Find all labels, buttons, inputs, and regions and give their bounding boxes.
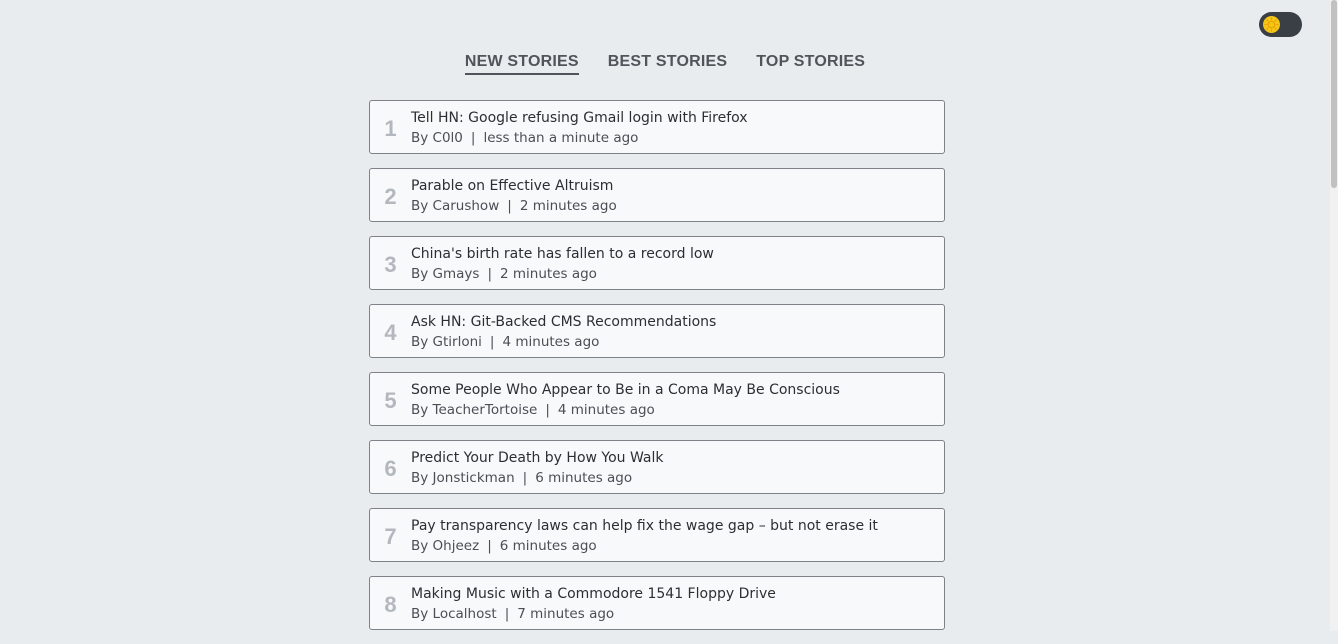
story-author: By Carushow [411, 198, 500, 214]
story-time: less than a minute ago [483, 130, 639, 146]
story-author: By Gtirloni [411, 334, 482, 350]
meta-separator: | [504, 606, 510, 622]
story-meta: By TeacherTortoise | 4 minutes ago [411, 402, 655, 418]
story-time: 2 minutes ago [500, 266, 597, 282]
story-meta: By Carushow | 2 minutes ago [411, 198, 617, 214]
story-meta: By C0l0 | less than a minute ago [411, 130, 638, 146]
meta-separator: | [522, 470, 528, 486]
story-time: 7 minutes ago [517, 606, 615, 622]
story-tabs: NEW STORIES BEST STORIES TOP STORIES [0, 53, 1330, 75]
story-title[interactable]: Predict Your Death by How You Walk [411, 450, 664, 466]
story-card[interactable]: 3 China's birth rate has fallen to a rec… [369, 236, 945, 290]
story-time: 4 minutes ago [502, 334, 600, 350]
story-rank: 6 [384, 455, 397, 481]
story-meta: By Gtirloni | 4 minutes ago [411, 334, 599, 350]
story-rank: 3 [384, 251, 397, 277]
story-time: 2 minutes ago [519, 198, 617, 214]
story-rank: 4 [384, 319, 397, 345]
story-meta: By Localhost | 7 minutes ago [411, 606, 614, 622]
sun-icon [1262, 15, 1281, 34]
story-card[interactable]: 8 Making Music with a Commodore 1541 Flo… [369, 576, 945, 630]
tab-best-stories[interactable]: BEST STORIES [608, 53, 727, 75]
story-time: 6 minutes ago [499, 538, 597, 554]
meta-separator: | [507, 198, 512, 214]
story-title[interactable]: Ask HN: Git-Backed CMS Recommendations [411, 314, 716, 330]
story-card[interactable]: 7 Pay transparency laws can help fix the… [369, 508, 945, 562]
story-rank: 1 [384, 115, 397, 141]
story-rank: 2 [384, 183, 397, 209]
story-title[interactable]: China's birth rate has fallen to a recor… [411, 246, 714, 262]
story-card[interactable]: 5 Some People Who Appear to Be in a Coma… [369, 372, 945, 426]
story-author: By Gmays [411, 266, 480, 282]
story-rank: 8 [384, 591, 397, 617]
story-author: By C0l0 [411, 130, 463, 146]
story-author: By Localhost [411, 606, 497, 622]
story-time: 4 minutes ago [557, 402, 655, 418]
theme-toggle[interactable] [1259, 12, 1302, 37]
story-meta: By Gmays | 2 minutes ago [411, 266, 597, 282]
story-card[interactable]: 2 Parable on Effective Altruism By Carus… [369, 168, 945, 222]
meta-separator: | [545, 402, 550, 418]
story-title[interactable]: Making Music with a Commodore 1541 Flopp… [411, 586, 776, 602]
story-title[interactable]: Pay transparency laws can help fix the w… [411, 518, 878, 534]
meta-separator: | [487, 266, 493, 282]
story-title[interactable]: Parable on Effective Altruism [411, 178, 613, 194]
story-author: By Jonstickman [411, 470, 515, 486]
scrollbar-thumb[interactable] [1331, 0, 1337, 188]
story-rank: 7 [384, 523, 397, 549]
page-scrollbar[interactable] [1330, 0, 1338, 631]
story-card[interactable]: 6 Predict Your Death by How You Walk By … [369, 440, 945, 494]
story-time: 6 minutes ago [535, 470, 633, 486]
meta-separator: | [487, 538, 492, 554]
story-meta: By Ohjeez | 6 minutes ago [411, 538, 597, 554]
story-author: By Ohjeez [411, 538, 480, 554]
meta-separator: | [470, 130, 476, 146]
story-title[interactable]: Tell HN: Google refusing Gmail login wit… [411, 110, 748, 126]
tab-top-stories[interactable]: TOP STORIES [756, 53, 865, 75]
story-card[interactable]: 4 Ask HN: Git-Backed CMS Recommendations… [369, 304, 945, 358]
tab-new-stories[interactable]: NEW STORIES [464, 53, 579, 75]
story-author: By TeacherTortoise [411, 402, 538, 418]
story-card[interactable]: 1 Tell HN: Google refusing Gmail login w… [369, 100, 945, 154]
story-list: 1 Tell HN: Google refusing Gmail login w… [369, 100, 945, 644]
story-title[interactable]: Some People Who Appear to Be in a Coma M… [411, 382, 840, 398]
story-rank: 5 [384, 387, 397, 413]
story-meta: By Jonstickman | 6 minutes ago [411, 470, 632, 486]
meta-separator: | [489, 334, 495, 350]
